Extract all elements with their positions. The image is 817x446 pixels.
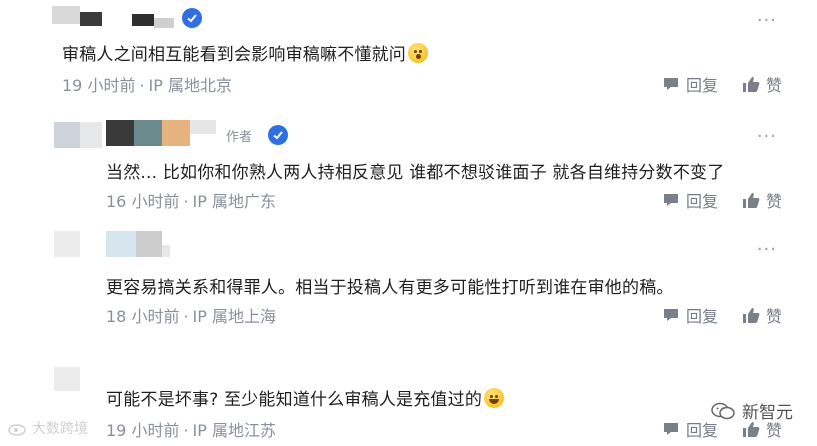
reply-icon	[664, 194, 678, 206]
reply-icon	[664, 78, 678, 90]
thumbs-up-icon	[743, 308, 760, 323]
comment-text: 审稿人之间相互能看到会影响审稿嘛不懂就问	[62, 40, 428, 65]
author-badge: 作者	[226, 130, 253, 145]
comment-text: 可能不是坏事? 至少能知道什么审稿人是充值过的	[106, 385, 505, 410]
comment-1: ··· 审稿人之间相互能看到会影响审稿嘛不懂就问 19 小时前 · IP 属地北京 …	[0, 0, 817, 105]
ip-location: IP 属地江苏	[192, 421, 277, 440]
watermark-right: 新智元	[710, 398, 793, 423]
more-options-button[interactable]: ···	[757, 128, 777, 146]
watermark-left: 大数跨境	[8, 418, 88, 438]
thumbs-up-icon	[743, 77, 760, 92]
more-options-button[interactable]: ···	[757, 241, 777, 259]
comment-meta: 16 小时前 · IP 属地广东	[106, 192, 277, 211]
timestamp: 16 小时前	[106, 192, 180, 211]
comment-4: 可能不是坏事? 至少能知道什么审稿人是充值过的 19 小时前 · IP 属地江苏 回…	[0, 345, 817, 446]
more-options-button[interactable]: ···	[757, 12, 777, 30]
wechat-logo-icon	[711, 402, 735, 419]
grinning-face-icon	[484, 388, 505, 408]
reply-button[interactable]: 回复	[662, 72, 718, 96]
ip-location: IP 属地北京	[148, 76, 233, 95]
reply-icon	[664, 423, 678, 435]
verified-icon	[268, 125, 288, 145]
reply-button[interactable]: 回复	[662, 303, 718, 327]
like-button[interactable]: 赞	[742, 188, 782, 212]
comment-meta: 19 小时前 · IP 属地北京	[62, 76, 233, 95]
comment-text: 更容易搞关系和得罪人。相当于投稿人有更多可能性打听到谁在审他的稿。	[106, 278, 674, 298]
weibo-logo-icon	[8, 424, 26, 436]
comment-2: 作者 ··· 当然... 比如你和你熟人两人持相反意见 谁都不想驳谁面子 就各自…	[0, 110, 817, 220]
timestamp: 18 小时前	[106, 307, 180, 326]
comment-3: ··· 更容易搞关系和得罪人。相当于投稿人有更多可能性打听到谁在审他的稿。 18…	[0, 225, 817, 335]
verified-icon	[182, 8, 202, 28]
ip-location: IP 属地广东	[192, 192, 277, 211]
comment-meta: 19 小时前 · IP 属地江苏	[106, 421, 277, 440]
like-button[interactable]: 赞	[742, 303, 782, 327]
reply-icon	[664, 309, 678, 321]
timestamp: 19 小时前	[62, 76, 136, 95]
ip-location: IP 属地上海	[192, 307, 277, 326]
comment-text: 当然... 比如你和你熟人两人持相反意见 谁都不想驳谁面子 就各自维持分数不变了	[106, 163, 725, 183]
comment-meta: 18 小时前 · IP 属地上海	[106, 307, 277, 326]
thumbs-up-icon	[743, 193, 760, 208]
timestamp: 19 小时前	[106, 421, 180, 440]
reply-button[interactable]: 回复	[662, 188, 718, 212]
face-with-open-mouth-icon	[408, 43, 428, 63]
like-button[interactable]: 赞	[742, 72, 782, 96]
